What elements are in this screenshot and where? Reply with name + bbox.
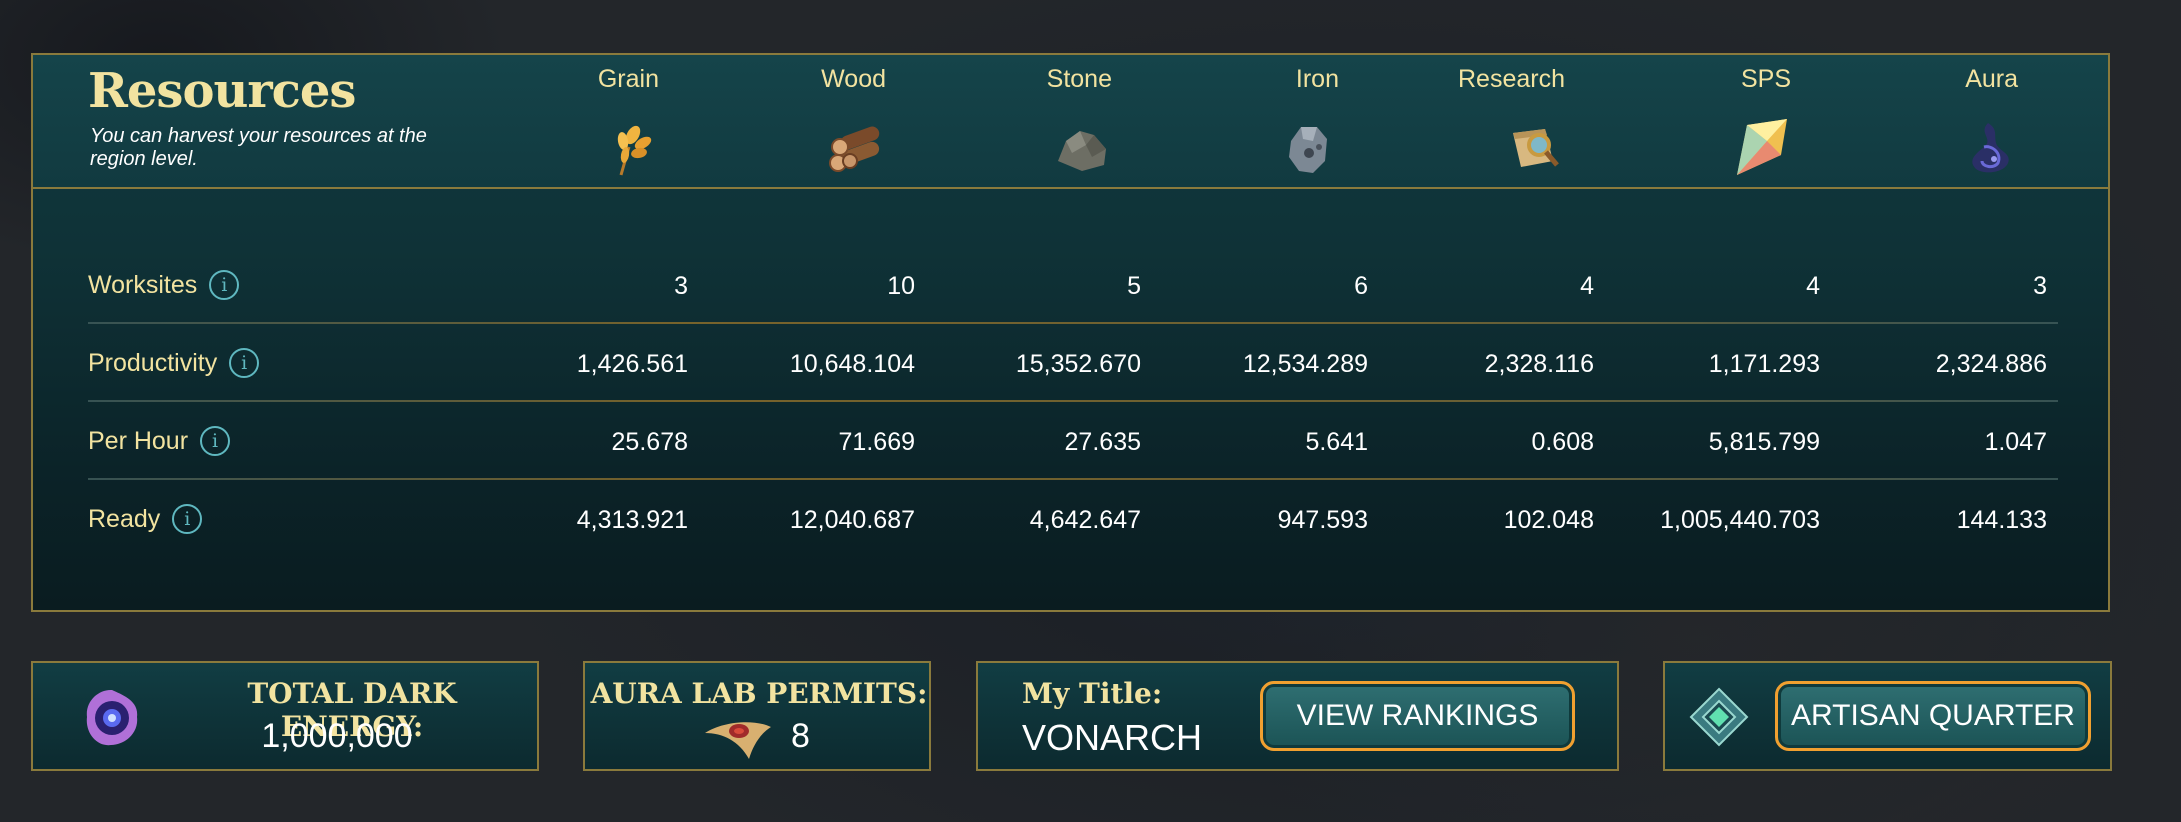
table-cell: 1,426.561 <box>576 350 688 378</box>
column-iron: Iron <box>1139 65 1339 173</box>
resources-panel: Resources You can harvest your resources… <box>31 53 2110 612</box>
row-label-text: Worksites <box>88 270 198 299</box>
table-cell: 1,005,440.703 <box>1660 506 1820 534</box>
table-cell: 0.608 <box>1531 428 1594 456</box>
table-cell: 1,171.293 <box>1708 350 1820 378</box>
column-stone: Stone <box>912 65 1112 171</box>
table-cell: 10,648.104 <box>789 350 915 378</box>
table-cell: 27.635 <box>1064 428 1141 456</box>
table-cell: 5 <box>1127 272 1141 300</box>
logs-icon <box>829 126 880 172</box>
table-cell: 71.669 <box>838 428 915 456</box>
column-label: Aura <box>1965 65 2018 93</box>
row-label-text: Productivity <box>88 348 218 377</box>
table-cell: 1.047 <box>1984 428 2047 456</box>
row-label: Ready i <box>88 504 203 534</box>
resources-header: Resources You can harvest your resources… <box>33 55 2108 189</box>
artisan-diamond-icon <box>1689 687 1749 747</box>
page-subtitle: You can harvest your resources at the re… <box>90 125 427 170</box>
row-label: Per Hour i <box>88 426 231 456</box>
table-cell: 12,040.687 <box>789 506 915 534</box>
aura-swirl-icon <box>1972 123 2009 173</box>
column-sps: SPS <box>1591 65 1791 175</box>
view-rankings-button[interactable]: VIEW RANKINGS <box>1260 681 1575 751</box>
table-cell: 4,313.921 <box>576 506 688 534</box>
table-cell: 3 <box>2033 272 2047 300</box>
dark-energy-orb-icon <box>86 689 138 746</box>
dark-energy-value: 1,000,000 <box>261 717 413 755</box>
my-title-value: VONARCH <box>1022 717 1203 758</box>
table-cell: 2,324.886 <box>1935 350 2047 378</box>
column-label: Iron <box>1295 65 1339 93</box>
scroll-magnifier-icon <box>1513 129 1559 167</box>
table-cell: 6 <box>1354 272 1368 300</box>
wheat-icon <box>617 125 652 176</box>
table-cell: 12,534.289 <box>1242 350 1368 378</box>
table-cell: 947.593 <box>1277 506 1368 534</box>
column-research: Research <box>1365 65 1565 167</box>
column-wood: Wood <box>686 65 886 172</box>
stone-icon <box>1058 131 1106 171</box>
row-label-text: Per Hour <box>88 426 189 455</box>
table-row-productivity: Productivity i 1,426.561 10,648.104 15,3… <box>88 324 2058 402</box>
artisan-box: ARTISAN QUARTER <box>1663 661 2112 771</box>
iron-ore-icon <box>1289 127 1327 173</box>
table-cell: 4,642.647 <box>1029 506 1141 534</box>
table-cell: 10 <box>887 272 915 300</box>
table-cell: 144.133 <box>1956 506 2047 534</box>
aura-permits-label: AURA LAB PERMITS: <box>590 677 928 710</box>
table-cell: 15,352.670 <box>1015 350 1141 378</box>
info-icon[interactable]: i <box>229 348 260 378</box>
column-grain: Grain <box>459 65 659 176</box>
table-row-worksites: Worksites i 3 10 5 6 4 4 3 <box>88 246 2058 324</box>
info-icon[interactable]: i <box>172 504 203 534</box>
table-row-per-hour: Per Hour i 25.678 71.669 27.635 5.641 0.… <box>88 402 2058 480</box>
info-icon[interactable]: i <box>200 426 231 456</box>
row-label: Worksites i <box>88 270 240 300</box>
table-cell: 5.641 <box>1305 428 1368 456</box>
permit-feather-icon <box>705 722 771 759</box>
column-label: Wood <box>821 65 886 93</box>
column-label: Stone <box>1046 65 1112 93</box>
table-cell: 4 <box>1580 272 1594 300</box>
table-cell: 102.048 <box>1503 506 1594 534</box>
column-label: Research <box>1458 65 1565 93</box>
column-label: SPS <box>1740 65 1791 93</box>
sps-crystal-icon <box>1737 119 1787 175</box>
table-cell: 2,328.116 <box>1484 350 1594 378</box>
table-cell: 4 <box>1806 272 1820 300</box>
artisan-quarter-button[interactable]: ARTISAN QUARTER <box>1775 681 2091 751</box>
aura-permits-value: 8 <box>791 717 810 755</box>
table-cell: 3 <box>674 272 688 300</box>
aura-permits-box: AURA LAB PERMITS: 8 <box>583 661 931 771</box>
info-icon[interactable]: i <box>209 270 240 300</box>
row-label-text: Ready <box>88 504 161 533</box>
my-title-box: My Title: VONARCH VIEW RANKINGS <box>976 661 1619 771</box>
page-title: Resources <box>88 63 356 119</box>
table-cell: 5,815.799 <box>1708 428 1820 456</box>
table-row-ready: Ready i 4,313.921 12,040.687 4,642.647 9… <box>88 480 2058 558</box>
column-aura: Aura <box>1818 65 2018 173</box>
dark-energy-box: TOTAL DARK ENERGY: 1,000,000 <box>31 661 539 771</box>
my-title-label: My Title: <box>1022 677 1163 710</box>
column-label: Grain <box>597 65 659 93</box>
table-cell: 25.678 <box>611 428 688 456</box>
row-label: Productivity i <box>88 348 260 378</box>
